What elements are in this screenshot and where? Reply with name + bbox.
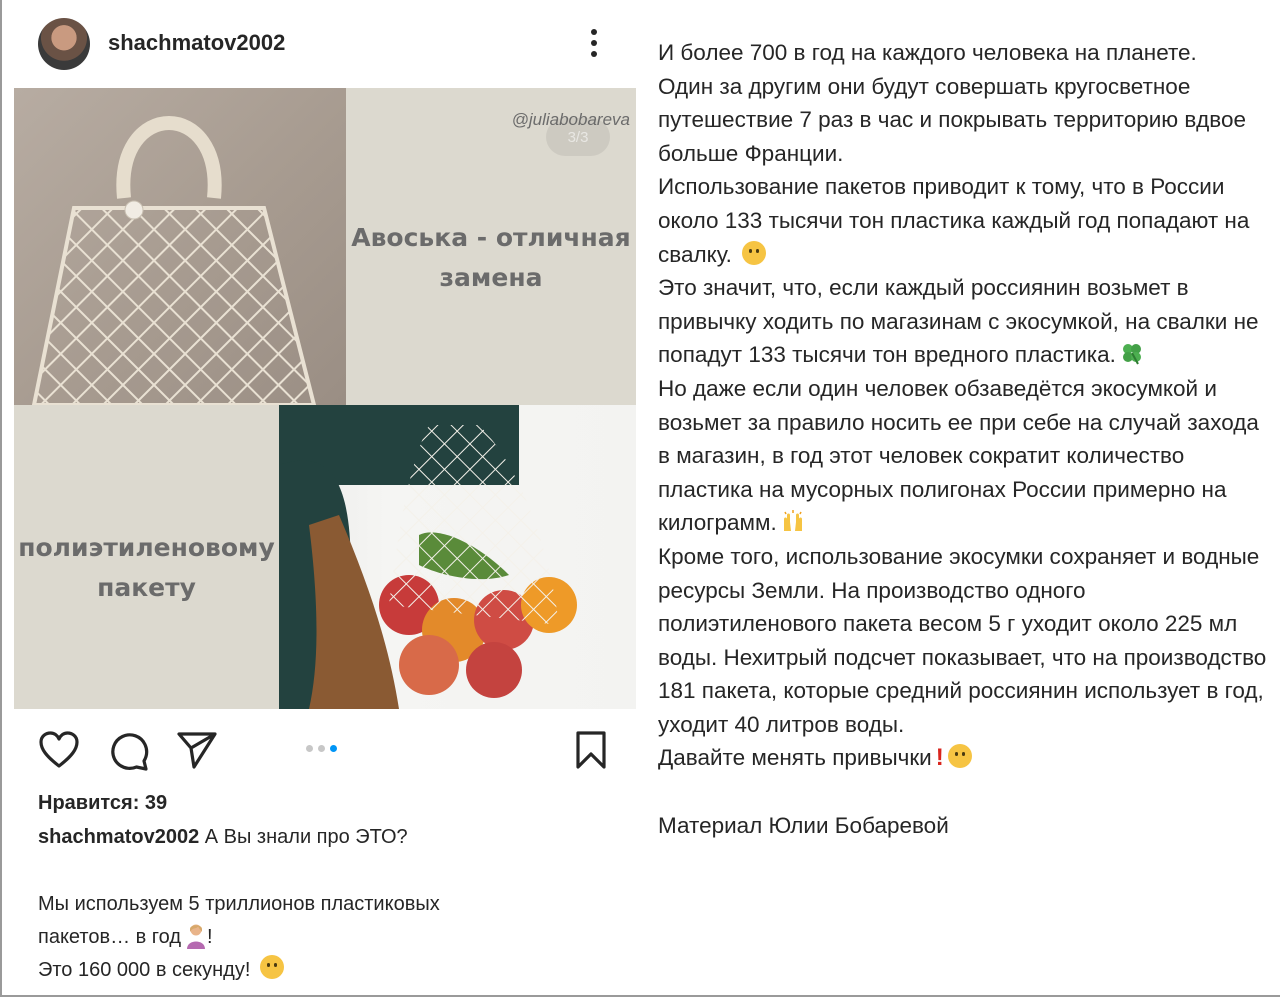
more-vertical-icon[interactable] bbox=[585, 26, 603, 62]
paragraph: Давайте менять привычки! bbox=[658, 741, 1268, 775]
caption-continuation: И более 700 в год на каждого человека на… bbox=[658, 36, 1268, 842]
caption-line: пакетов… в год! bbox=[38, 921, 598, 954]
frowning-face-icon bbox=[259, 955, 284, 979]
four-leaf-clover-icon bbox=[1122, 344, 1141, 365]
heart-icon[interactable] bbox=[38, 730, 80, 770]
send-icon[interactable] bbox=[176, 730, 218, 770]
caption-body: Мы используем 5 триллионов пластиковых п… bbox=[38, 888, 598, 987]
panel-top-caption: Авоська - отличная замена bbox=[351, 223, 631, 292]
caption-line: Это 160 000 в секунду! bbox=[38, 954, 598, 987]
caption-first-line: shachmatov2002 А Вы знали про ЭТО? bbox=[38, 826, 408, 849]
paragraph: Кроме того, использование экосумки сохра… bbox=[658, 543, 1267, 737]
hand-over-mouth-face-icon bbox=[742, 240, 767, 265]
caption-first-text: А Вы знали про ЭТО? bbox=[204, 826, 408, 848]
carousel-dot bbox=[318, 745, 325, 752]
post-image[interactable]: @juliabobareva 3/3 Авоська - отличная за… bbox=[14, 88, 636, 709]
carousel-indicator bbox=[306, 745, 337, 752]
panel-bottom-caption: полиэтиленовому пакету bbox=[18, 533, 275, 602]
string-bag-photo bbox=[14, 88, 346, 407]
carousel-dot bbox=[306, 745, 313, 752]
window-border-left bbox=[0, 0, 2, 997]
paragraph: Использование пакетов приводит к тому, ч… bbox=[658, 174, 1250, 267]
bookmark-icon[interactable] bbox=[574, 730, 608, 770]
carousel-dot-active bbox=[330, 745, 337, 752]
paragraph: Материал Юлии Бобаревой bbox=[658, 812, 949, 838]
caption-username[interactable]: shachmatov2002 bbox=[38, 826, 199, 848]
caption-line: Мы используем 5 триллионов пластиковых bbox=[38, 893, 440, 915]
exclamation-mark-icon: ! bbox=[935, 744, 944, 772]
fruit-bag-photo bbox=[279, 405, 636, 709]
raising-hands-icon bbox=[783, 510, 802, 532]
paragraph: Но даже если один человек обзаведётся эк… bbox=[658, 375, 1259, 536]
slide-counter-badge: 3/3 bbox=[546, 118, 610, 156]
avatar[interactable] bbox=[38, 18, 90, 70]
paragraph: Один за другим они будут совершать круго… bbox=[658, 73, 1246, 166]
winking-face-icon bbox=[947, 744, 972, 769]
likes-count[interactable]: Нравится: 39 bbox=[38, 792, 167, 815]
paragraph: И более 700 в год на каждого человека на… bbox=[658, 40, 1197, 65]
comment-icon[interactable] bbox=[108, 730, 150, 772]
facepalm-person-icon bbox=[187, 924, 206, 949]
post-username[interactable]: shachmatov2002 bbox=[108, 30, 285, 56]
paragraph: Это значит, что, если каждый россиянин в… bbox=[658, 275, 1259, 368]
